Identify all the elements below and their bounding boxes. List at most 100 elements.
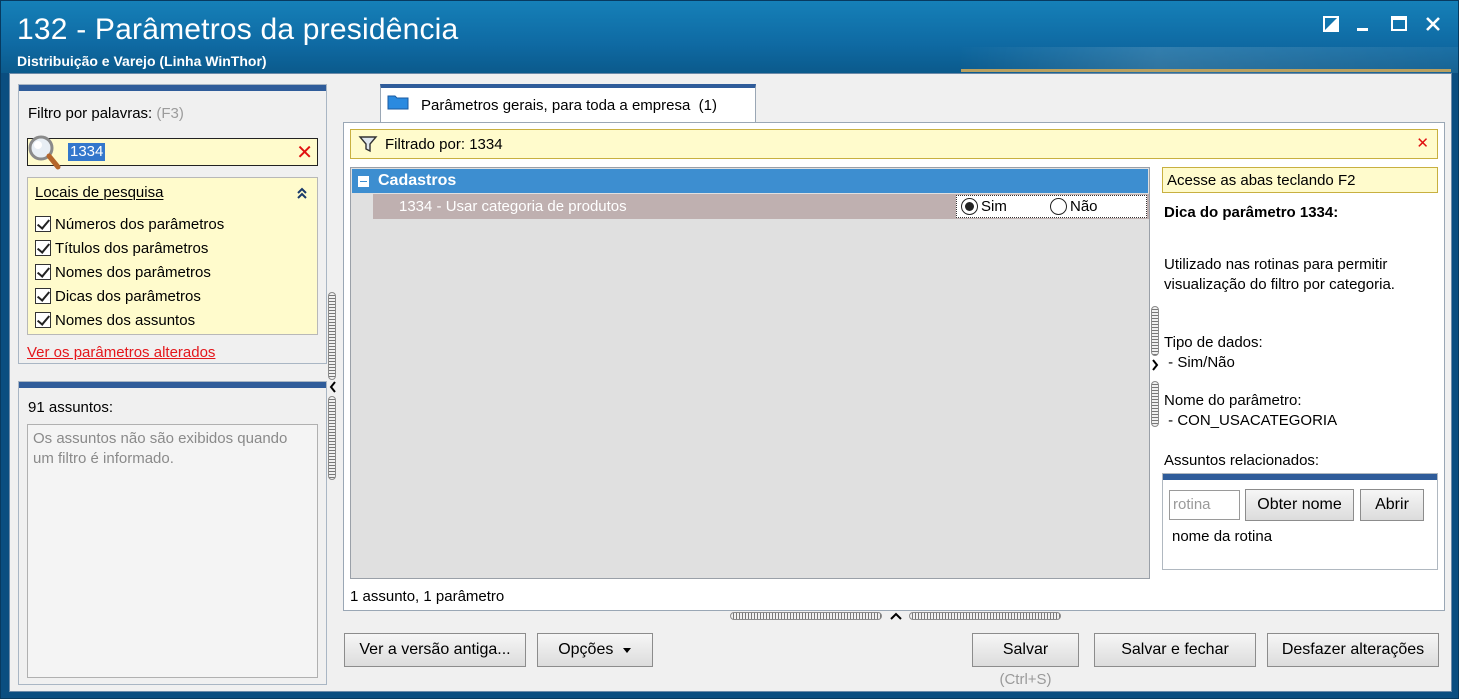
checkbox-label: Nomes dos assuntos (55, 311, 196, 329)
title-bar[interactable]: 132 - Parâmetros da presidência Distribu… (1, 1, 1458, 73)
tab-label: Parâmetros gerais, para toda a empresa (… (421, 97, 717, 114)
tab-body: Filtrado por: 1334 ✕ Cadastros 1334 - Us… (343, 122, 1445, 611)
radio-label: Sim (981, 198, 1007, 215)
old-version-button[interactable]: Ver a versão antiga... (344, 633, 526, 667)
checkbox-dicas[interactable]: Dicas dos parâmetros (35, 286, 201, 306)
close-icon[interactable] (1421, 15, 1445, 37)
checkbox-label: Dicas dos parâmetros (55, 287, 201, 305)
client-area: Filtro por palavras: (F3) 1334 ✕ Locais … (9, 73, 1452, 692)
filter-bar-text: Filtrado por: 1334 (385, 136, 503, 153)
caret-down-icon (622, 648, 631, 653)
minimize-icon[interactable] (1351, 15, 1375, 37)
subjects-count: 91 assuntos: (28, 399, 114, 416)
filter-shortcut: (F3) (156, 105, 184, 122)
parameters-grid: Cadastros 1334 - Usar categoria de produ… (350, 167, 1150, 579)
tab-parametros-gerais[interactable]: Parâmetros gerais, para toda a empresa (… (380, 84, 756, 122)
right-splitter-bottom[interactable] (1151, 381, 1159, 427)
radio-icon[interactable] (1050, 198, 1067, 215)
checkbox-label: Nomes dos parâmetros (55, 263, 211, 281)
filter-bar: Filtrado por: 1334 ✕ (350, 129, 1438, 159)
parameter-row[interactable]: 1334 - Usar categoria de produtos Sim Nã… (373, 194, 1149, 219)
search-input[interactable]: 1334 (68, 143, 106, 161)
search-icon (28, 135, 61, 170)
hint-description-2: visualização do filtro por categoria. (1164, 276, 1395, 293)
get-name-button[interactable]: Obter nome (1245, 489, 1354, 521)
checkbox-icon[interactable] (35, 288, 51, 304)
clear-filter-icon[interactable]: ✕ (1416, 134, 1429, 152)
group-title: Cadastros (378, 172, 457, 189)
rotina-input[interactable]: rotina (1169, 490, 1240, 520)
tab-count: (1) (698, 97, 717, 114)
checkbox-label: Números dos parâmetros (55, 215, 225, 233)
checkbox-icon[interactable] (35, 264, 51, 280)
radio-icon[interactable] (961, 198, 978, 215)
bottom-splitter-right[interactable] (909, 612, 1061, 620)
collapse-group-icon[interactable] (358, 176, 369, 187)
search-field[interactable]: 1334 ✕ (27, 138, 318, 166)
status-text: 1 assunto, 1 parâmetro (350, 588, 505, 605)
left-splitter-bottom[interactable] (328, 396, 336, 480)
funnel-icon (358, 136, 378, 153)
right-splitter-top[interactable] (1151, 306, 1159, 356)
filter-panel: Filtro por palavras: (F3) 1334 ✕ Locais … (18, 84, 327, 364)
data-type-value: - Sim/Não (1164, 354, 1235, 371)
checkbox-label: Títulos dos parâmetros (55, 239, 209, 257)
checkbox-nomes[interactable]: Nomes dos parâmetros (35, 262, 211, 282)
parameter-label: 1334 - Usar categoria de produtos (399, 198, 627, 215)
checkbox-icon[interactable] (35, 240, 51, 256)
save-close-button[interactable]: Salvar e fechar (1094, 633, 1256, 667)
hint-banner: Acesse as abas teclando F2 (1162, 167, 1438, 193)
checkbox-numeros[interactable]: Números dos parâmetros (35, 214, 224, 234)
collapse-chevron-icon[interactable] (295, 186, 309, 200)
rotina-panel: rotina Obter nome Abrir nome da rotina (1162, 473, 1438, 570)
panel-band (19, 382, 326, 388)
open-button[interactable]: Abrir (1360, 489, 1424, 521)
main-area: Parâmetros gerais, para toda a empresa (… (343, 84, 1445, 611)
collapse-up-icon[interactable] (889, 609, 903, 620)
search-locations-title: Locais de pesquisa (35, 184, 164, 201)
hint-description-1: Utilizado nas rotinas para permitir (1164, 256, 1388, 273)
search-locations-panel: Locais de pesquisa Números dos parâmetro… (27, 177, 318, 335)
expand-right-icon[interactable] (1150, 358, 1160, 372)
window-subtitle: Distribuição e Varejo (Linha WinThor) (17, 53, 267, 69)
checkbox-titulos[interactable]: Títulos dos parâmetros (35, 238, 208, 258)
radio-label: Não (1070, 198, 1098, 215)
filter-label-text: Filtro por palavras: (28, 105, 153, 122)
checkbox-assuntos[interactable]: Nomes dos assuntos (35, 310, 195, 330)
parameter-radio-group: Sim Não (956, 195, 1147, 218)
radio-sim[interactable]: Sim (961, 198, 1007, 215)
title-decoration-line (961, 69, 1451, 72)
radio-nao[interactable]: Não (1050, 198, 1098, 215)
undo-changes-button[interactable]: Desfazer alterações (1267, 633, 1439, 667)
options-button[interactable]: Opções (537, 633, 653, 667)
changed-parameters-link[interactable]: Ver os parâmetros alterados (27, 344, 215, 361)
panel-band (19, 85, 326, 91)
collapse-left-icon[interactable] (328, 380, 338, 394)
hint-heading: Dica do parâmetro 1334: (1164, 204, 1339, 221)
left-splitter-top[interactable] (328, 292, 336, 380)
subjects-panel: 91 assuntos: Os assuntos não são exibido… (18, 381, 327, 685)
param-name-label: Nome do parâmetro: (1164, 392, 1302, 409)
checkbox-icon[interactable] (35, 312, 51, 328)
clear-search-icon[interactable]: ✕ (296, 140, 313, 164)
restore-icon[interactable] (1319, 15, 1343, 37)
bottom-splitter-left[interactable] (730, 612, 882, 620)
subjects-empty-message: Os assuntos não são exibidos quando um f… (33, 430, 288, 467)
data-type-label: Tipo de dados: (1164, 334, 1263, 351)
panel-band (1163, 474, 1437, 480)
save-shortcut: (Ctrl+S) (999, 671, 1052, 688)
checkbox-icon[interactable] (35, 216, 51, 232)
window-title: 132 - Parâmetros da presidência (17, 13, 459, 46)
folder-icon (387, 95, 409, 110)
subjects-list: Os assuntos não são exibidos quando um f… (27, 424, 318, 678)
tab-label-text: Parâmetros gerais, para toda a empresa (421, 97, 691, 114)
group-header[interactable]: Cadastros (352, 169, 1148, 193)
rotina-name: nome da rotina (1172, 528, 1273, 545)
hint-banner-text: Acesse as abas teclando F2 (1167, 172, 1356, 189)
options-label: Opções (558, 641, 614, 658)
filter-label: Filtro por palavras: (F3) (28, 105, 184, 122)
param-name-value: - CON_USACATEGORIA (1164, 412, 1338, 429)
save-button[interactable]: Salvar (972, 633, 1079, 667)
maximize-icon[interactable] (1387, 15, 1411, 37)
related-subjects-label: Assuntos relacionados: (1164, 452, 1320, 469)
